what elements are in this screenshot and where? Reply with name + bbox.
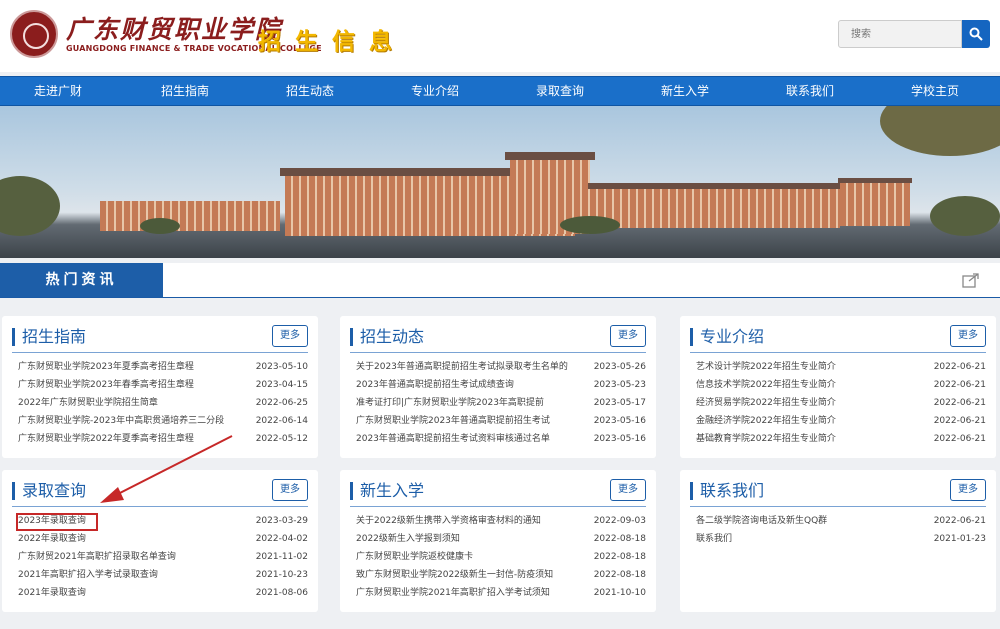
panel-title[interactable]: 新生入学 (350, 482, 424, 500)
page-title: 招生信息 (258, 29, 406, 55)
nav-item-admission-query[interactable]: 录取查询 (536, 77, 584, 105)
more-button[interactable]: 更多 (610, 325, 646, 347)
list-item[interactable]: 关于2023年普通高职提前招生考试拟录取考生名单的 2023-05-26 (350, 358, 646, 376)
search-button[interactable] (962, 20, 990, 48)
list-item[interactable]: 基础教育学院2022年招生专业简介 2022-06-21 (690, 430, 986, 448)
nav-item-admission-guide[interactable]: 招生指南 (161, 77, 209, 105)
search-icon (969, 27, 983, 41)
panel-admission-query: 录取查询 更多 2023年录取查询 2023-03-29 2022年录取查询 202… (2, 470, 318, 612)
panel-new-students: 新生入学 更多 关于2022级新生携带入学资格审查材料的通知 2022-09-03… (340, 470, 656, 612)
panel-contact: 联系我们 更多 各二级学院咨询电话及新生QQ群 2022-06-21 联系我们 20… (680, 470, 996, 612)
nav-item-about[interactable]: 走进广财 (34, 77, 82, 105)
list-item[interactable]: 广东财贸职业学院2023年普通高职提前招生考试 2023-05-16 (350, 412, 646, 430)
header: 广东财贸职业学院 GUANGDONG FINANCE & TRADE VOCAT… (0, 0, 1000, 72)
list-item[interactable]: 金融经济学院2022年招生专业简介 2022-06-21 (690, 412, 986, 430)
main-nav: 走进广财 招生指南 招生动态 专业介绍 录取查询 新生入学 联系我们 学校主页 (0, 76, 1000, 106)
list-item[interactable]: 2021年高职扩招入学考试录取查询 2021-10-23 (12, 566, 308, 584)
more-button[interactable]: 更多 (272, 479, 308, 501)
list-item[interactable]: 联系我们 2021-01-23 (690, 530, 986, 548)
list-item[interactable]: 信息技术学院2022年招生专业简介 2022-06-21 (690, 376, 986, 394)
search-input[interactable] (838, 20, 962, 48)
campus-banner-image (0, 106, 1000, 258)
list-item[interactable]: 广东财贸职业学院-2023年中高职贯通培养三二分段 2022-06-14 (12, 412, 308, 430)
share-icon[interactable] (962, 272, 980, 288)
list-item[interactable]: 广东财贸职业学院2023年夏季高考招生章程 2023-05-10 (12, 358, 308, 376)
list-item[interactable]: 广东财贸职业学院2021年高职扩招入学考试须知 2021-10-10 (350, 584, 646, 602)
list-item[interactable]: 经济贸易学院2022年招生专业简介 2022-06-21 (690, 394, 986, 412)
panel-title[interactable]: 联系我们 (690, 482, 764, 500)
panel-majors: 专业介绍 更多 艺术设计学院2022年招生专业简介 2022-06-21 信息技术… (680, 316, 996, 458)
hot-news-bar: 热门资讯 (0, 263, 1000, 298)
list-item[interactable]: 2022级新生入学报到须知 2022-08-18 (350, 530, 646, 548)
college-name-cn[interactable]: 广东财贸职业学院 (66, 10, 282, 46)
list-item[interactable]: 2023年普通高职提前招生考试资料审核通过名单 2023-05-16 (350, 430, 646, 448)
hot-news-tab[interactable]: 热门资讯 (0, 263, 163, 297)
list-item[interactable]: 2022年广东财贸职业学院招生简章 2022-06-25 (12, 394, 308, 412)
list-item[interactable]: 2023年普通高职提前招生考试成绩查询 2023-05-23 (350, 376, 646, 394)
highlight-box (16, 513, 98, 531)
panel-title[interactable]: 招生指南 (12, 328, 86, 346)
list-item[interactable]: 各二级学院咨询电话及新生QQ群 2022-06-21 (690, 512, 986, 530)
nav-item-admission-news[interactable]: 招生动态 (286, 77, 334, 105)
list-item[interactable]: 广东财贸职业学院2023年春季高考招生章程 2023-04-15 (12, 376, 308, 394)
nav-item-homepage[interactable]: 学校主页 (911, 77, 959, 105)
panel-title[interactable]: 录取查询 (12, 482, 86, 500)
panel-title[interactable]: 专业介绍 (690, 328, 764, 346)
panel-title[interactable]: 招生动态 (350, 328, 424, 346)
more-button[interactable]: 更多 (610, 479, 646, 501)
more-button[interactable]: 更多 (950, 479, 986, 501)
list-item[interactable]: 关于2022级新生携带入学资格审查材料的通知 2022-09-03 (350, 512, 646, 530)
nav-item-majors[interactable]: 专业介绍 (411, 77, 459, 105)
list-item[interactable]: 广东财贸职业学院返校健康卡 2022-08-18 (350, 548, 646, 566)
nav-item-contact[interactable]: 联系我们 (786, 77, 834, 105)
college-seal-logo[interactable] (10, 10, 58, 58)
list-item[interactable]: 广东财贸职业学院2022年夏季高考招生章程 2022-05-12 (12, 430, 308, 448)
panel-admission-news: 招生动态 更多 关于2023年普通高职提前招生考试拟录取考生名单的 2023-05… (340, 316, 656, 458)
panel-admission-guide: 招生指南 更多 广东财贸职业学院2023年夏季高考招生章程 2023-05-10 … (2, 316, 318, 458)
more-button[interactable]: 更多 (272, 325, 308, 347)
list-item[interactable]: 2022年录取查询 2022-04-02 (12, 530, 308, 548)
list-item[interactable]: 致广东财贸职业学院2022级新生一封信-防疫须知 2022-08-18 (350, 566, 646, 584)
list-item[interactable]: 艺术设计学院2022年招生专业简介 2022-06-21 (690, 358, 986, 376)
nav-item-new-students[interactable]: 新生入学 (661, 77, 709, 105)
list-item[interactable]: 广东财贸2021年高职扩招录取名单查询 2021-11-02 (12, 548, 308, 566)
list-item[interactable]: 2021年录取查询 2021-08-06 (12, 584, 308, 602)
more-button[interactable]: 更多 (950, 325, 986, 347)
list-item[interactable]: 准考证打印|广东财贸职业学院2023年高职提前 2023-05-17 (350, 394, 646, 412)
